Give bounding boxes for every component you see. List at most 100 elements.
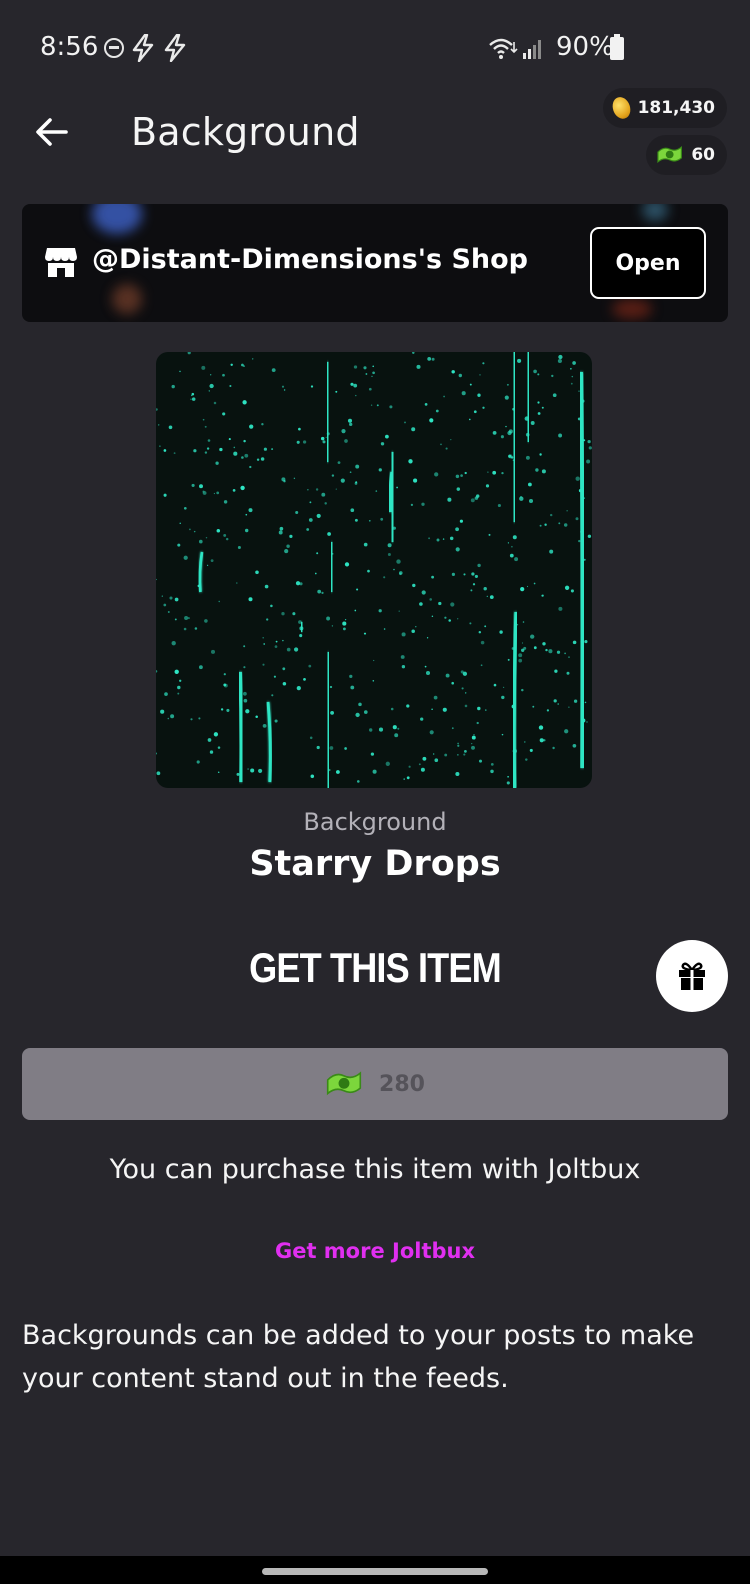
star-dot <box>372 371 375 375</box>
star-dot <box>298 427 301 431</box>
star-dot <box>210 649 216 654</box>
light-streak <box>238 671 244 783</box>
star-dot <box>310 774 315 779</box>
home-indicator[interactable] <box>262 1568 488 1575</box>
star-dot <box>189 528 191 531</box>
star-dot <box>163 603 167 607</box>
star-dot <box>256 458 260 461</box>
star-dot <box>499 630 503 634</box>
star-dot <box>198 539 203 544</box>
purchase-note: You can purchase this item with Joltbux <box>109 1154 641 1185</box>
star-dot <box>464 750 467 753</box>
star-dot <box>564 729 569 734</box>
star-dot <box>518 658 523 663</box>
starry-drops-artwork <box>156 352 592 788</box>
open-shop-button[interactable]: Open <box>590 227 706 299</box>
star-dot <box>551 374 554 378</box>
star-dot <box>526 585 529 588</box>
star-dot <box>575 517 579 521</box>
star-dot <box>207 738 212 742</box>
star-dot <box>174 669 179 674</box>
star-dot <box>354 482 358 485</box>
star-dot <box>236 582 238 584</box>
star-dot <box>279 526 284 531</box>
star-dot <box>341 429 346 434</box>
star-dot <box>558 354 563 360</box>
joltbux-balance[interactable]: 60 <box>646 135 727 175</box>
star-dot <box>485 709 487 711</box>
star-dot <box>460 670 464 674</box>
light-streak <box>266 701 272 783</box>
star-dot <box>537 401 540 404</box>
storefront-icon <box>45 248 77 277</box>
star-dot <box>307 489 309 491</box>
back-button[interactable] <box>30 110 74 154</box>
coin-icon <box>609 94 633 122</box>
gift-button[interactable] <box>656 940 728 1012</box>
star-dot <box>517 358 522 363</box>
star-dot <box>367 569 370 573</box>
star-dot <box>340 478 345 483</box>
bolt-icon <box>164 34 186 62</box>
star-dot <box>505 425 507 428</box>
star-dot <box>477 393 481 397</box>
star-dot <box>204 425 207 428</box>
star-dot <box>335 390 338 393</box>
star-dot <box>380 517 384 521</box>
star-dot <box>249 424 254 429</box>
star-dot <box>387 553 391 556</box>
star-dot <box>372 365 374 368</box>
star-dot <box>557 358 562 364</box>
star-dot <box>455 547 460 552</box>
star-dot <box>286 544 290 548</box>
star-dot <box>469 622 472 625</box>
star-dot <box>387 543 392 548</box>
get-more-joltbux-link[interactable]: Get more Joltbux <box>0 1239 750 1263</box>
light-streak <box>579 371 585 769</box>
star-dot <box>174 618 177 621</box>
shop-banner[interactable]: @Distant-Dimensions's Shop Open <box>22 204 728 322</box>
star-dot <box>469 383 472 386</box>
star-dot <box>363 542 368 547</box>
star-dot <box>406 704 410 708</box>
star-dot <box>392 725 397 730</box>
star-dot <box>424 665 427 668</box>
star-dot <box>398 571 403 575</box>
star-dot <box>507 658 510 661</box>
star-dot <box>470 589 473 592</box>
star-dot <box>474 574 478 578</box>
coin-balance[interactable]: 181,430 <box>603 88 727 128</box>
star-dot <box>306 528 310 531</box>
star-dot <box>371 375 373 378</box>
star-dot <box>455 474 460 479</box>
star-dot <box>556 650 561 654</box>
star-dot <box>444 616 447 619</box>
star-dot <box>163 493 167 497</box>
star-dot <box>370 404 373 406</box>
star-dot <box>501 695 505 700</box>
buy-with-joltbux-button[interactable]: 280 <box>22 1048 728 1120</box>
star-dot <box>587 534 592 538</box>
star-dot <box>398 610 400 612</box>
star-dot <box>193 449 197 453</box>
star-dot <box>372 680 375 682</box>
star-dot <box>525 758 528 761</box>
star-dot <box>586 721 588 723</box>
light-streak <box>512 611 518 788</box>
star-dot <box>164 692 168 696</box>
star-dot <box>429 598 433 601</box>
star-dot <box>161 595 163 597</box>
star-dot <box>190 398 192 400</box>
star-dot <box>490 763 494 766</box>
star-dot <box>317 589 322 594</box>
star-dot <box>573 699 578 703</box>
star-dot <box>179 522 181 524</box>
star-dot <box>368 387 372 391</box>
star-dot <box>372 769 377 774</box>
star-dot <box>349 471 352 474</box>
star-dot <box>369 728 373 732</box>
banner-decoration <box>92 204 142 234</box>
star-dot <box>539 524 542 527</box>
star-dot <box>375 490 378 492</box>
star-dot <box>263 643 266 645</box>
